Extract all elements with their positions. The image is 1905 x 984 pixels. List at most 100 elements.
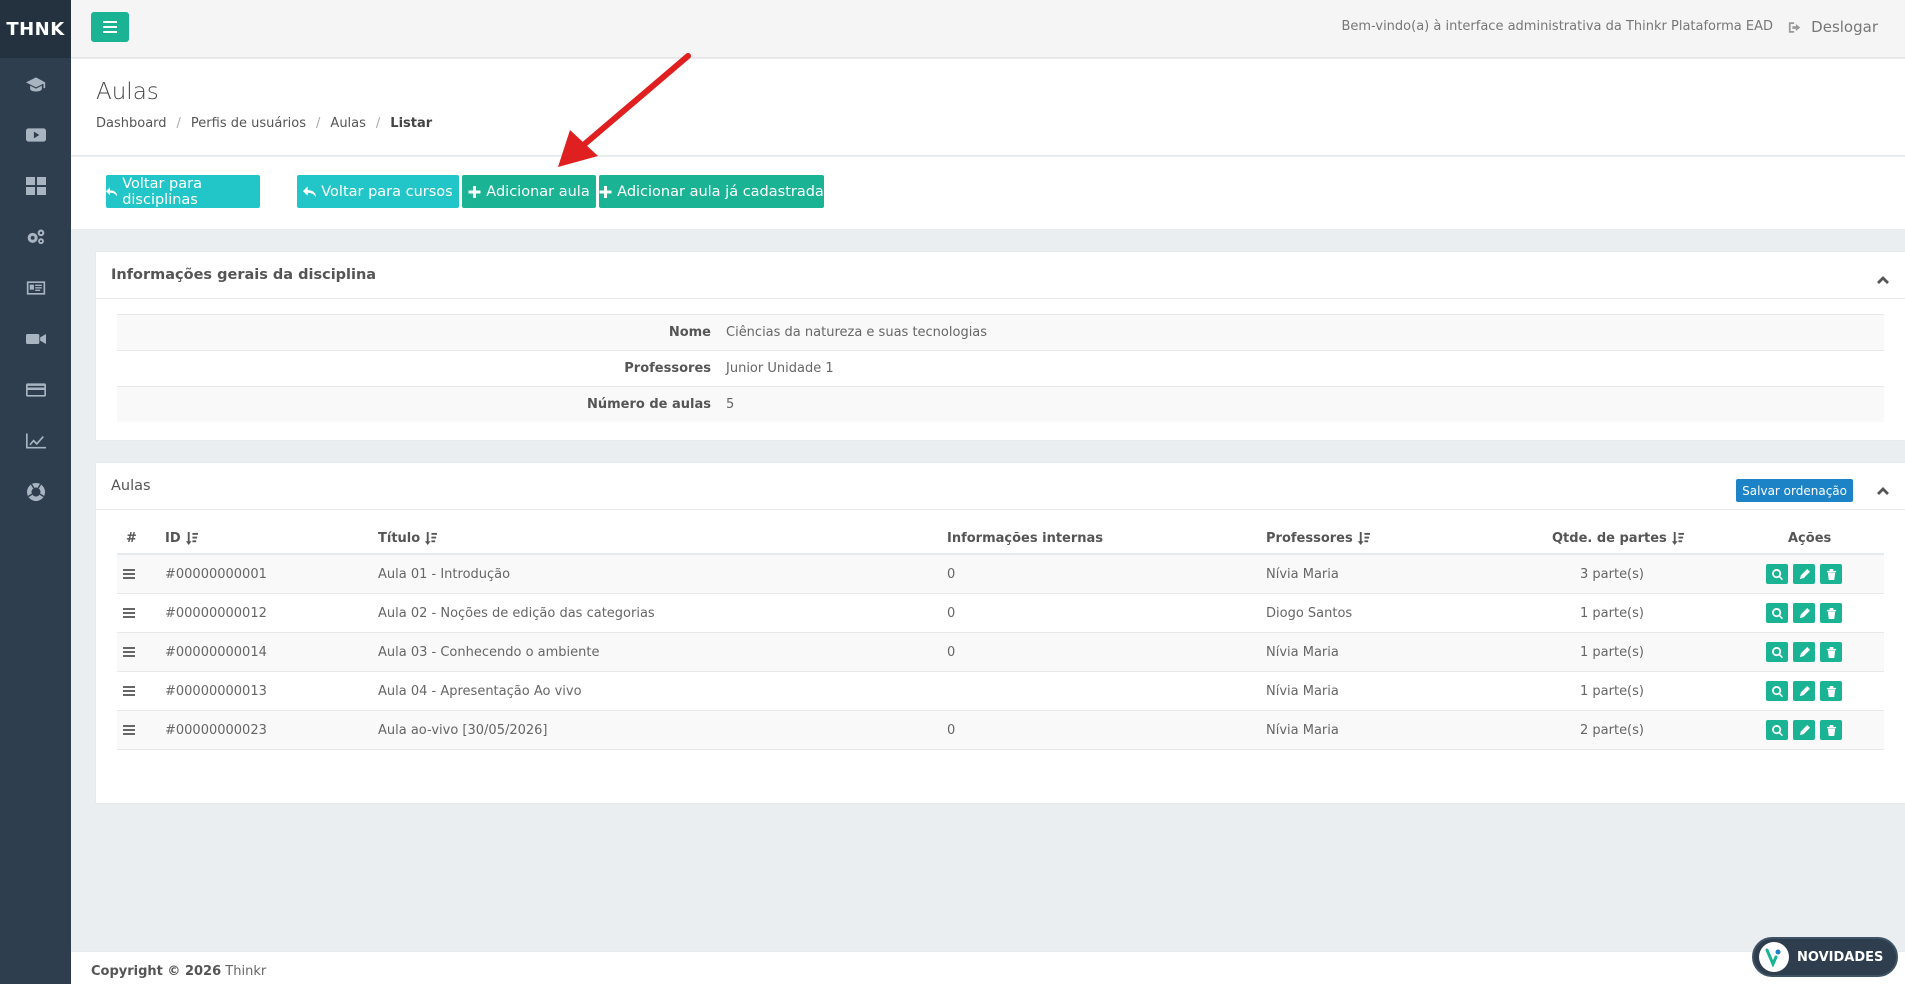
add-lesson-button[interactable]: Adicionar aula — [462, 175, 596, 208]
breadcrumb-separator: / — [316, 116, 321, 131]
cell-id: #00000000023 — [165, 722, 267, 738]
collapse-toggle[interactable] — [1877, 481, 1889, 495]
cell-parts: 1 parte(s) — [1580, 683, 1644, 699]
col-id[interactable]: ID — [165, 531, 198, 546]
table-body: #00000000001 Aula 01 - Introdução 0 Nívia M… — [117, 555, 1884, 750]
logout-link[interactable]: Deslogar — [1788, 18, 1878, 36]
view-button[interactable] — [1766, 564, 1788, 584]
view-button[interactable] — [1766, 603, 1788, 623]
brand-logo[interactable]: THNK — [0, 0, 71, 58]
info-table: Nome Ciências da natureza e suas tecnolo… — [117, 314, 1884, 422]
delete-button[interactable] — [1820, 681, 1842, 701]
menu-toggle-button[interactable] — [91, 12, 129, 42]
row-actions — [1766, 681, 1842, 701]
view-button[interactable] — [1766, 681, 1788, 701]
cell-teacher: Nívia Maria — [1266, 644, 1339, 660]
trash-icon — [1826, 685, 1836, 697]
cell-id: #00000000012 — [165, 605, 267, 621]
col-teachers[interactable]: Professores — [1266, 531, 1370, 546]
sidebar-item-dashboard[interactable] — [0, 160, 71, 211]
breadcrumb-lessons[interactable]: Aulas — [330, 116, 365, 131]
breadcrumb-current: Listar — [390, 116, 433, 131]
cell-internal: 0 — [947, 722, 956, 738]
delete-button[interactable] — [1820, 603, 1842, 623]
sidebar-item-payments[interactable] — [0, 364, 71, 415]
trash-icon — [1826, 724, 1836, 736]
cell-id: #00000000013 — [165, 683, 267, 699]
drag-handle[interactable] — [123, 569, 135, 579]
info-label: Nome — [668, 325, 711, 340]
drag-handle[interactable] — [123, 647, 135, 657]
plus-icon — [468, 185, 481, 198]
sort-icon — [185, 531, 198, 545]
sidebar-item-videos[interactable] — [0, 109, 71, 160]
pencil-icon — [1799, 646, 1810, 657]
pencil-icon — [1799, 568, 1810, 579]
news-button[interactable]: NOVIDADES — [1752, 937, 1898, 977]
col-title-label: Título — [378, 530, 421, 546]
sort-icon — [1357, 531, 1370, 545]
bars-icon — [123, 725, 135, 735]
delete-button[interactable] — [1820, 642, 1842, 662]
breadcrumb: Dashboard / Perfis de usuários / Aulas /… — [96, 116, 432, 131]
bars-icon — [123, 647, 135, 657]
col-title[interactable]: Título — [378, 530, 438, 546]
back-to-courses-button[interactable]: Voltar para cursos — [297, 175, 459, 208]
view-button[interactable] — [1766, 642, 1788, 662]
delete-button[interactable] — [1820, 564, 1842, 584]
back-to-disciplines-button[interactable]: Voltar para disciplinas — [106, 175, 260, 208]
edit-button[interactable] — [1793, 642, 1815, 662]
cell-parts: 3 parte(s) — [1580, 566, 1644, 582]
cell-title: Aula 03 - Conhecendo o ambiente — [378, 644, 600, 660]
video-camera-icon — [25, 333, 46, 344]
edit-button[interactable] — [1793, 720, 1815, 740]
info-label: Número de aulas — [586, 397, 711, 412]
page-header: Aulas Dashboard / Perfis de usuários / A… — [71, 59, 1905, 156]
search-icon — [1771, 568, 1783, 580]
plus-icon — [599, 185, 612, 198]
collapse-toggle[interactable] — [1877, 270, 1889, 284]
trash-icon — [1826, 568, 1836, 580]
sidebar-item-live[interactable] — [0, 313, 71, 364]
col-parts[interactable]: Qtde. de partes — [1552, 531, 1684, 546]
cell-internal: 0 — [947, 644, 956, 660]
table-row: #00000000014 Aula 03 - Conhecendo o ambie… — [117, 633, 1884, 672]
cell-teacher: Nívia Maria — [1266, 566, 1339, 582]
breadcrumb-separator: / — [176, 116, 181, 131]
drag-handle[interactable] — [123, 686, 135, 696]
annotation-arrow — [558, 53, 691, 167]
bars-icon — [123, 686, 135, 696]
sidebar-item-courses[interactable] — [0, 58, 71, 109]
cell-internal: 0 — [947, 566, 956, 582]
add-existing-lesson-button[interactable]: Adicionar aula já cadastrada — [599, 175, 824, 208]
sidebar-item-settings[interactable] — [0, 211, 71, 262]
edit-button[interactable] — [1793, 681, 1815, 701]
edit-button[interactable] — [1793, 564, 1815, 584]
view-button[interactable] — [1766, 720, 1788, 740]
id-card-icon — [26, 280, 45, 295]
lessons-table: # ID Título Informações internas Profess… — [117, 523, 1884, 750]
pencil-icon — [1799, 685, 1810, 696]
cell-parts: 2 parte(s) — [1580, 722, 1644, 738]
info-value: Ciências da natureza e suas tecnologias — [726, 325, 988, 340]
pencil-icon — [1799, 724, 1810, 735]
breadcrumb-dashboard[interactable]: Dashboard — [96, 116, 167, 131]
breadcrumb-user-profiles[interactable]: Perfis de usuários — [191, 116, 306, 131]
col-id-label: ID — [165, 530, 181, 546]
sidebar-item-support[interactable] — [0, 466, 71, 517]
back-to-disciplines-label: Voltar para disciplinas — [122, 175, 202, 208]
chevron-up-icon — [1877, 276, 1889, 284]
back-to-courses-label: Voltar para cursos — [321, 183, 453, 200]
drag-handle[interactable] — [123, 725, 135, 735]
edit-button[interactable] — [1793, 603, 1815, 623]
sort-icon — [425, 531, 438, 545]
search-icon — [1771, 724, 1783, 736]
sidebar-item-users[interactable] — [0, 262, 71, 313]
sidebar-item-reports[interactable] — [0, 415, 71, 466]
delete-button[interactable] — [1820, 720, 1842, 740]
action-bar: Voltar para disciplinas Voltar para curs… — [71, 157, 1905, 229]
drag-handle[interactable] — [123, 608, 135, 618]
save-order-button[interactable]: Salvar ordenação — [1736, 479, 1853, 502]
page-title: Aulas — [96, 79, 159, 105]
info-value: Junior Unidade 1 — [726, 361, 834, 376]
